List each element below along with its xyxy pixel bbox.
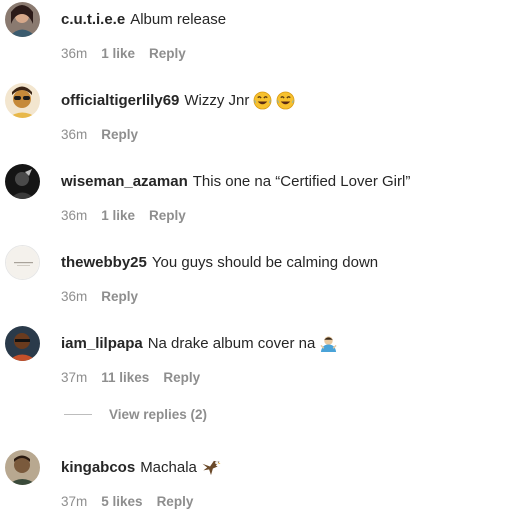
avatar[interactable] — [5, 450, 40, 485]
avatar[interactable] — [5, 2, 40, 37]
username-link[interactable]: officialtigerlily69 — [61, 92, 179, 109]
timestamp[interactable]: 36m — [61, 127, 87, 142]
username-link[interactable]: wiseman_azaman — [61, 173, 188, 190]
comment-text: Na drake album cover na — [147, 335, 316, 352]
likes-count[interactable]: 1 like — [101, 208, 135, 223]
likes-count[interactable]: 11 likes — [101, 370, 149, 385]
reply-button[interactable]: Reply — [101, 289, 138, 304]
timestamp[interactable]: 36m — [61, 289, 87, 304]
comment-meta: 37m 11 likes Reply — [61, 370, 214, 385]
comment-item: kingabcos Machala 37m 5 likes Reply — [0, 450, 507, 513]
comment-item: iam_lilpapa Na drake album cover na 37m … — [0, 326, 507, 390]
comment-meta: 36m 1 like Reply — [61, 208, 200, 223]
username-link[interactable]: c.u.t.i.e.e — [61, 11, 125, 28]
comment-item: c.u.t.i.e.e Album release 36m 1 like Rep… — [0, 2, 507, 66]
comment-text: Machala — [140, 459, 197, 476]
avatar[interactable] — [5, 326, 40, 361]
likes-count[interactable]: 1 like — [101, 46, 135, 61]
reply-button[interactable]: Reply — [101, 127, 138, 142]
comment-item: wiseman_azaman This one na “Certified Lo… — [0, 164, 507, 228]
comment-text: This one na “Certified Lover Girl” — [192, 173, 411, 190]
laughing-tears-emoji-icon — [253, 91, 272, 110]
comment-meta: 37m 5 likes Reply — [61, 494, 207, 509]
comment-text: You guys should be calming down — [151, 254, 379, 271]
reply-button[interactable]: Reply — [157, 494, 194, 509]
eagle-emoji-icon — [201, 458, 221, 477]
username-link[interactable]: iam_lilpapa — [61, 335, 143, 352]
username-link[interactable]: thewebby25 — [61, 254, 147, 271]
avatar[interactable] — [5, 245, 40, 280]
comment-line: wiseman_azaman This one na “Certified Lo… — [61, 164, 410, 199]
timestamp[interactable]: 37m — [61, 494, 87, 509]
comment-text: Album release — [130, 11, 227, 28]
reply-button[interactable]: Reply — [149, 208, 186, 223]
laughing-tears-emoji-icon — [276, 91, 295, 110]
likes-count[interactable]: 5 likes — [101, 494, 142, 509]
comment-meta: 36m Reply — [61, 127, 152, 142]
person-shrugging-emoji-icon — [319, 334, 338, 353]
comment-item: officialtigerlily69 Wizzy Jnr 36m Reply — [0, 83, 507, 147]
divider — [64, 414, 92, 415]
timestamp[interactable]: 36m — [61, 46, 87, 61]
comment-meta: 36m Reply — [61, 289, 152, 304]
avatar[interactable] — [5, 164, 40, 199]
timestamp[interactable]: 37m — [61, 370, 87, 385]
comment-meta: 36m 1 like Reply — [61, 46, 200, 61]
timestamp[interactable]: 36m — [61, 208, 87, 223]
comment-line: kingabcos Machala — [61, 450, 221, 485]
comment-line: officialtigerlily69 Wizzy Jnr — [61, 83, 295, 118]
comments-list: c.u.t.i.e.e Album release 36m 1 like Rep… — [0, 0, 507, 513]
avatar[interactable] — [5, 83, 40, 118]
comment-text: Wizzy Jnr — [184, 92, 250, 109]
comment-line: c.u.t.i.e.e Album release — [61, 2, 226, 37]
username-link[interactable]: kingabcos — [61, 459, 135, 476]
view-replies-label: View replies (2) — [109, 407, 208, 422]
reply-button[interactable]: Reply — [163, 370, 200, 385]
comment-item: thewebby25 You guys should be calming do… — [0, 245, 507, 309]
view-replies-button[interactable]: View replies (2) — [64, 407, 207, 422]
reply-button[interactable]: Reply — [149, 46, 186, 61]
comment-line: iam_lilpapa Na drake album cover na — [61, 326, 338, 361]
comment-line: thewebby25 You guys should be calming do… — [61, 245, 378, 280]
